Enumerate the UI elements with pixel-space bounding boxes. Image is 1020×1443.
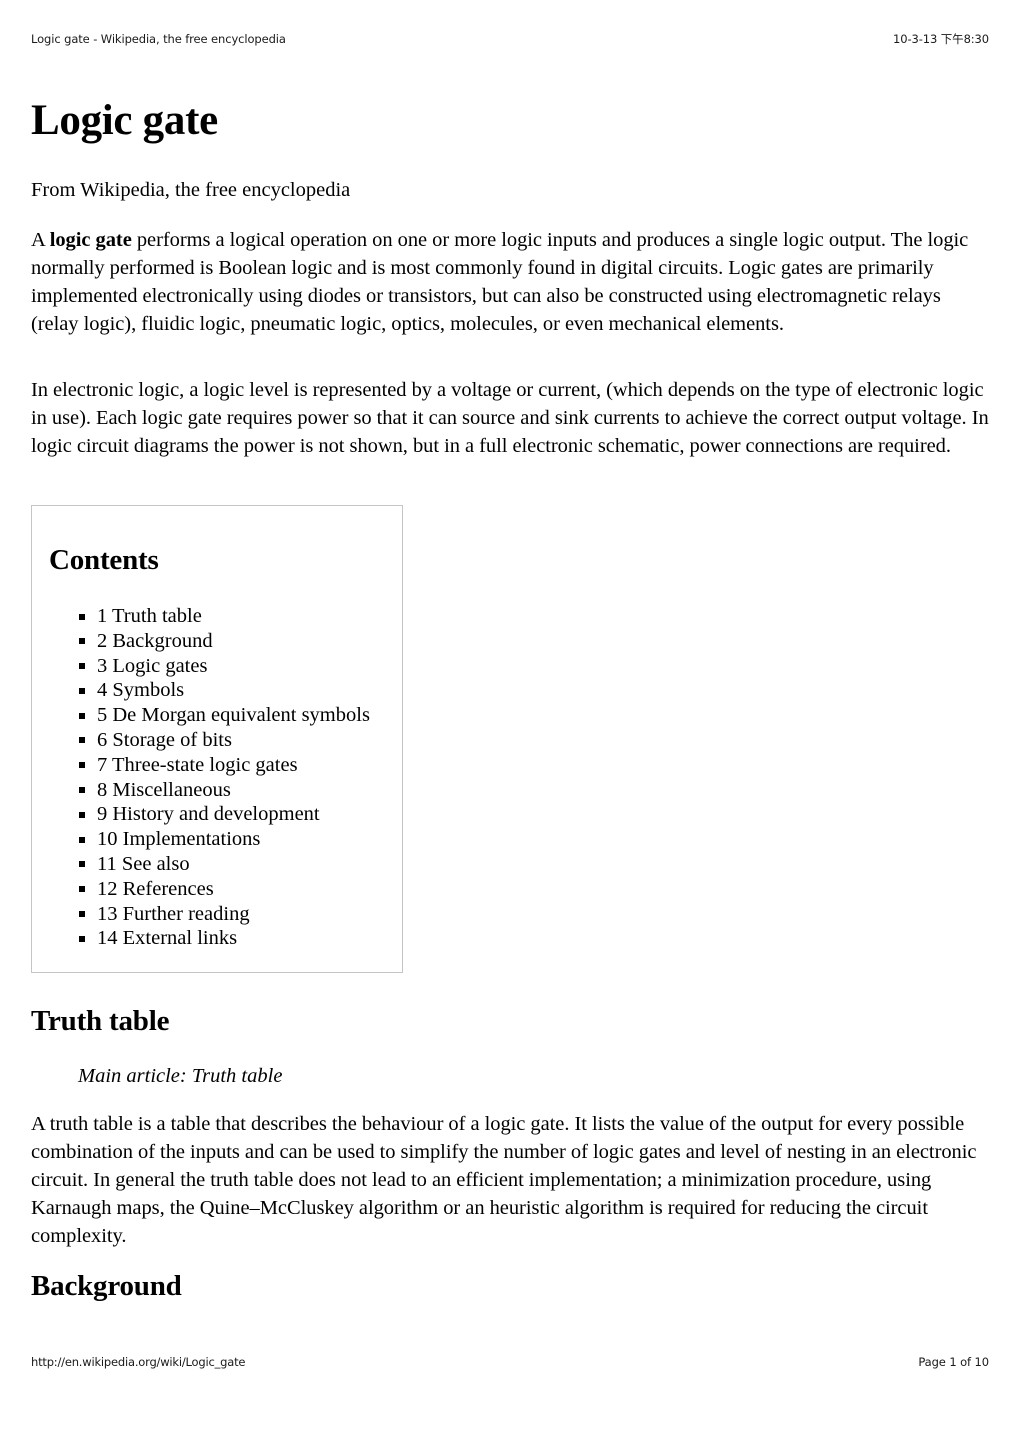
- intro-bold-term: logic gate: [49, 229, 132, 251]
- bullet-square-icon: [79, 911, 85, 918]
- toc-item-label: 3 Logic gates: [97, 654, 208, 677]
- print-header: Logic gate - Wikipedia, the free encyclo…: [0, 31, 1020, 47]
- toc-title: Contents: [49, 544, 159, 576]
- main-article-note-truth-table[interactable]: Main article: Truth table: [78, 1065, 282, 1088]
- bullet-square-icon: [79, 935, 85, 942]
- truth-table-paragraph: A truth table is a table that describes …: [31, 1113, 977, 1248]
- toc-item-10[interactable]: 10 Implementations: [79, 827, 370, 852]
- toc-item-label: 14 External links: [97, 927, 238, 950]
- intro-rest-text: performs a logical operation on one or m…: [31, 229, 969, 336]
- toc-item-14[interactable]: 14 External links: [79, 926, 370, 951]
- bullet-square-icon: [79, 687, 85, 694]
- toc-item-6[interactable]: 6 Storage of bits: [79, 728, 370, 753]
- toc-item-label: 5 De Morgan equivalent symbols: [97, 704, 370, 727]
- bullet-square-icon: [79, 762, 85, 769]
- toc-item-label: 10 Implementations: [97, 828, 261, 851]
- bullet-square-icon: [79, 811, 85, 818]
- print-footer: http://en.wikipedia.org/wiki/Logic_gate …: [0, 1355, 1020, 1369]
- toc-item-label: 6 Storage of bits: [97, 728, 232, 751]
- print-header-timestamp: 10-3-13 下午8:30: [893, 32, 989, 46]
- toc-item-7[interactable]: 7 Three-state logic gates: [79, 753, 370, 778]
- bullet-square-icon: [79, 613, 85, 620]
- bullet-square-icon: [79, 836, 85, 843]
- section-heading-background: Background: [31, 1270, 182, 1302]
- bullet-square-icon: [79, 886, 85, 893]
- bullet-square-icon: [79, 861, 85, 868]
- section-heading-truth-table: Truth table: [31, 1005, 170, 1037]
- toc-list: 1 Truth table 2 Background 3 Logic gates…: [79, 604, 370, 951]
- electronic-logic-paragraph: In electronic logic, a logic level is re…: [31, 379, 989, 458]
- print-header-document-title: Logic gate - Wikipedia, the free encyclo…: [31, 32, 286, 46]
- bullet-square-icon: [79, 787, 85, 794]
- table-of-contents: Contents 1 Truth table 2 Background 3 Lo…: [31, 505, 403, 973]
- toc-item-8[interactable]: 8 Miscellaneous: [79, 778, 370, 803]
- toc-item-label: 2 Background: [97, 629, 213, 652]
- toc-item-12[interactable]: 12 References: [79, 877, 370, 902]
- toc-item-11[interactable]: 11 See also: [79, 852, 370, 877]
- toc-item-label: 4 Symbols: [97, 679, 185, 702]
- bullet-square-icon: [79, 663, 85, 670]
- bullet-square-icon: [79, 638, 85, 645]
- toc-item-label: 13 Further reading: [97, 902, 250, 925]
- toc-item-2[interactable]: 2 Background: [79, 629, 370, 654]
- bullet-square-icon: [79, 737, 85, 744]
- print-footer-url: http://en.wikipedia.org/wiki/Logic_gate: [31, 1355, 246, 1369]
- toc-item-1[interactable]: 1 Truth table: [79, 604, 370, 629]
- toc-item-3[interactable]: 3 Logic gates: [79, 654, 370, 679]
- toc-item-4[interactable]: 4 Symbols: [79, 678, 370, 703]
- toc-item-label: 11 See also: [97, 852, 190, 875]
- article-subtitle: From Wikipedia, the free encyclopedia: [31, 179, 351, 201]
- toc-item-5[interactable]: 5 De Morgan equivalent symbols: [79, 703, 370, 728]
- toc-item-label: 7 Three-state logic gates: [97, 753, 298, 776]
- bullet-square-icon: [79, 712, 85, 719]
- intro-paragraph: A logic gate performs a logical operatio…: [31, 226, 989, 338]
- intro-lead-text: A: [31, 229, 50, 251]
- toc-item-label: 1 Truth table: [97, 605, 202, 627]
- page-title: Logic gate: [31, 97, 218, 144]
- toc-item-9[interactable]: 9 History and development: [79, 802, 370, 827]
- toc-item-label: 9 History and development: [97, 803, 320, 826]
- toc-item-label: 8 Miscellaneous: [97, 778, 231, 801]
- print-footer-page-number: Page 1 of 10: [918, 1355, 989, 1369]
- toc-item-label: 12 References: [97, 877, 214, 900]
- toc-item-13[interactable]: 13 Further reading: [79, 902, 370, 927]
